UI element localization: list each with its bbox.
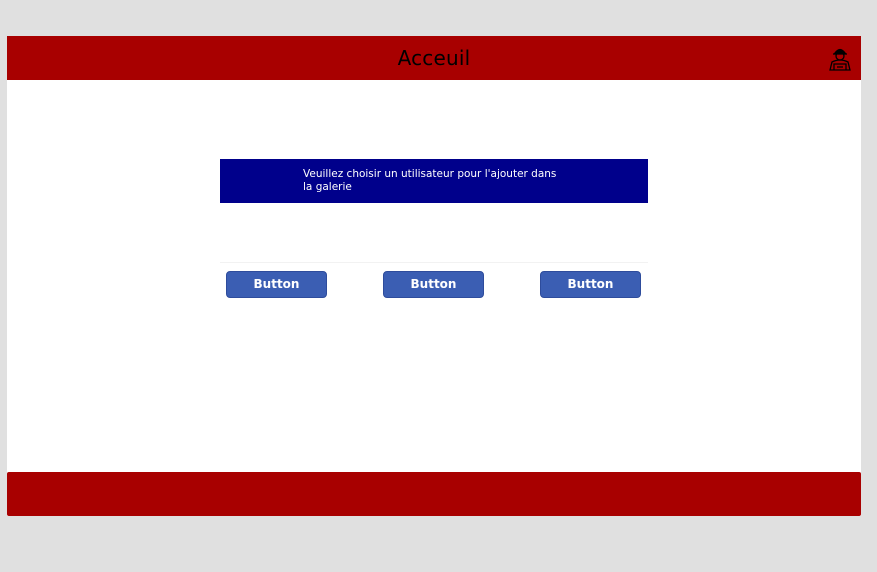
instruction-text: Veuillez choisir un utilisateur pour l'a… xyxy=(303,168,557,193)
header-bar: Acceuil xyxy=(7,36,861,80)
user-icon[interactable] xyxy=(826,44,854,72)
footer-bar xyxy=(7,472,861,516)
instruction-banner: Veuillez choisir un utilisateur pour l'a… xyxy=(220,159,648,203)
gallery-button-3[interactable]: Button xyxy=(540,271,641,298)
user-gallery: Button Button Button xyxy=(220,262,648,306)
page-title: Acceuil xyxy=(397,46,471,70)
gallery-button-1[interactable]: Button xyxy=(226,271,327,298)
app-screen: Acceuil Veuillez choisir un utilisateur … xyxy=(7,36,861,516)
gallery-button-2[interactable]: Button xyxy=(383,271,484,298)
